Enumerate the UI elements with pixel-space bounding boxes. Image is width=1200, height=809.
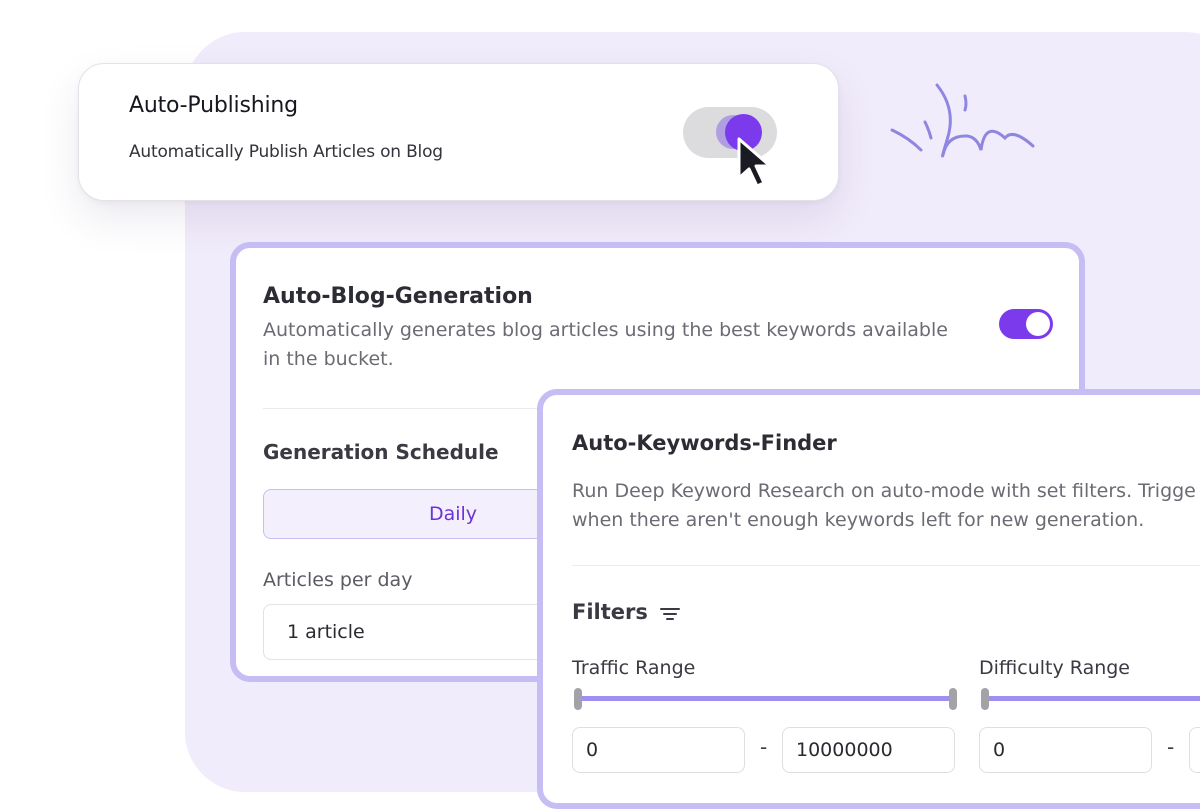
traffic-max-input[interactable]: 10000000 — [782, 727, 955, 773]
range-separator: - — [1167, 735, 1175, 759]
filter-icon[interactable] — [659, 606, 681, 622]
difficulty-min-input[interactable]: 0 — [979, 727, 1152, 773]
auto-keywords-finder-card: Auto-Keywords-Finder Run Deep Keyword Re… — [537, 389, 1200, 809]
slider-min-handle[interactable] — [574, 688, 582, 710]
slider-min-handle[interactable] — [981, 688, 989, 710]
range-separator: - — [760, 735, 768, 759]
difficulty-range-slider[interactable] — [981, 688, 1200, 710]
slider-track — [578, 696, 953, 701]
divider — [572, 565, 1200, 566]
cursor-icon — [737, 137, 772, 188]
traffic-min-input[interactable]: 0 — [572, 727, 745, 773]
auto-publishing-title: Auto-Publishing — [129, 93, 298, 118]
auto-blog-generation-title: Auto-Blog-Generation — [263, 284, 533, 309]
difficulty-range-label: Difficulty Range — [979, 657, 1130, 679]
toggle-knob — [1026, 312, 1050, 336]
filters-label: Filters — [572, 600, 648, 624]
auto-blog-generation-description: Automatically generates blog articles us… — [263, 319, 948, 370]
slider-max-handle[interactable] — [949, 688, 957, 710]
articles-per-day-label: Articles per day — [263, 569, 413, 591]
difficulty-max-input[interactable] — [1189, 727, 1200, 773]
auto-blog-generation-toggle[interactable] — [999, 309, 1053, 339]
slider-track — [985, 696, 1200, 701]
squiggle-decoration — [890, 83, 1035, 158]
auto-keywords-finder-description: Run Deep Keyword Research on auto-mode w… — [572, 477, 1200, 535]
traffic-range-slider[interactable] — [574, 688, 957, 710]
description-line: Run Deep Keyword Research on auto-mode w… — [572, 480, 1196, 502]
auto-publishing-card: Auto-Publishing Automatically Publish Ar… — [78, 63, 839, 201]
auto-keywords-finder-title: Auto-Keywords-Finder — [572, 431, 837, 455]
description-line: when there aren't enough keywords left f… — [572, 509, 1145, 531]
auto-publishing-description: Automatically Publish Articles on Blog — [129, 142, 443, 162]
generation-schedule-label: Generation Schedule — [263, 440, 499, 464]
traffic-range-label: Traffic Range — [572, 657, 696, 679]
